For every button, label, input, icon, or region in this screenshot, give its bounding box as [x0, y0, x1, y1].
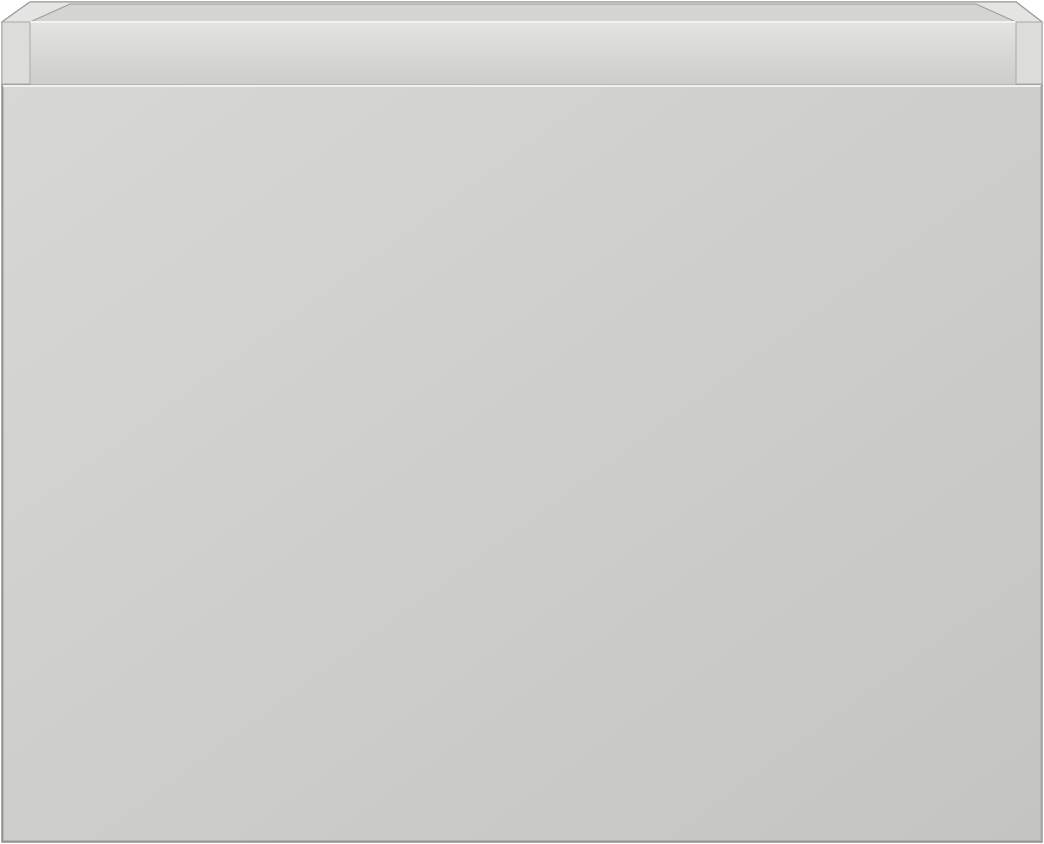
cabinet-illustration: [0, 1, 1044, 843]
left-side-panel: [1, 21, 31, 85]
product-image: [0, 0, 1044, 844]
drawer-front: [2, 84, 1042, 842]
interior-back-wall: [30, 22, 1016, 84]
right-side-panel: [1015, 21, 1043, 85]
